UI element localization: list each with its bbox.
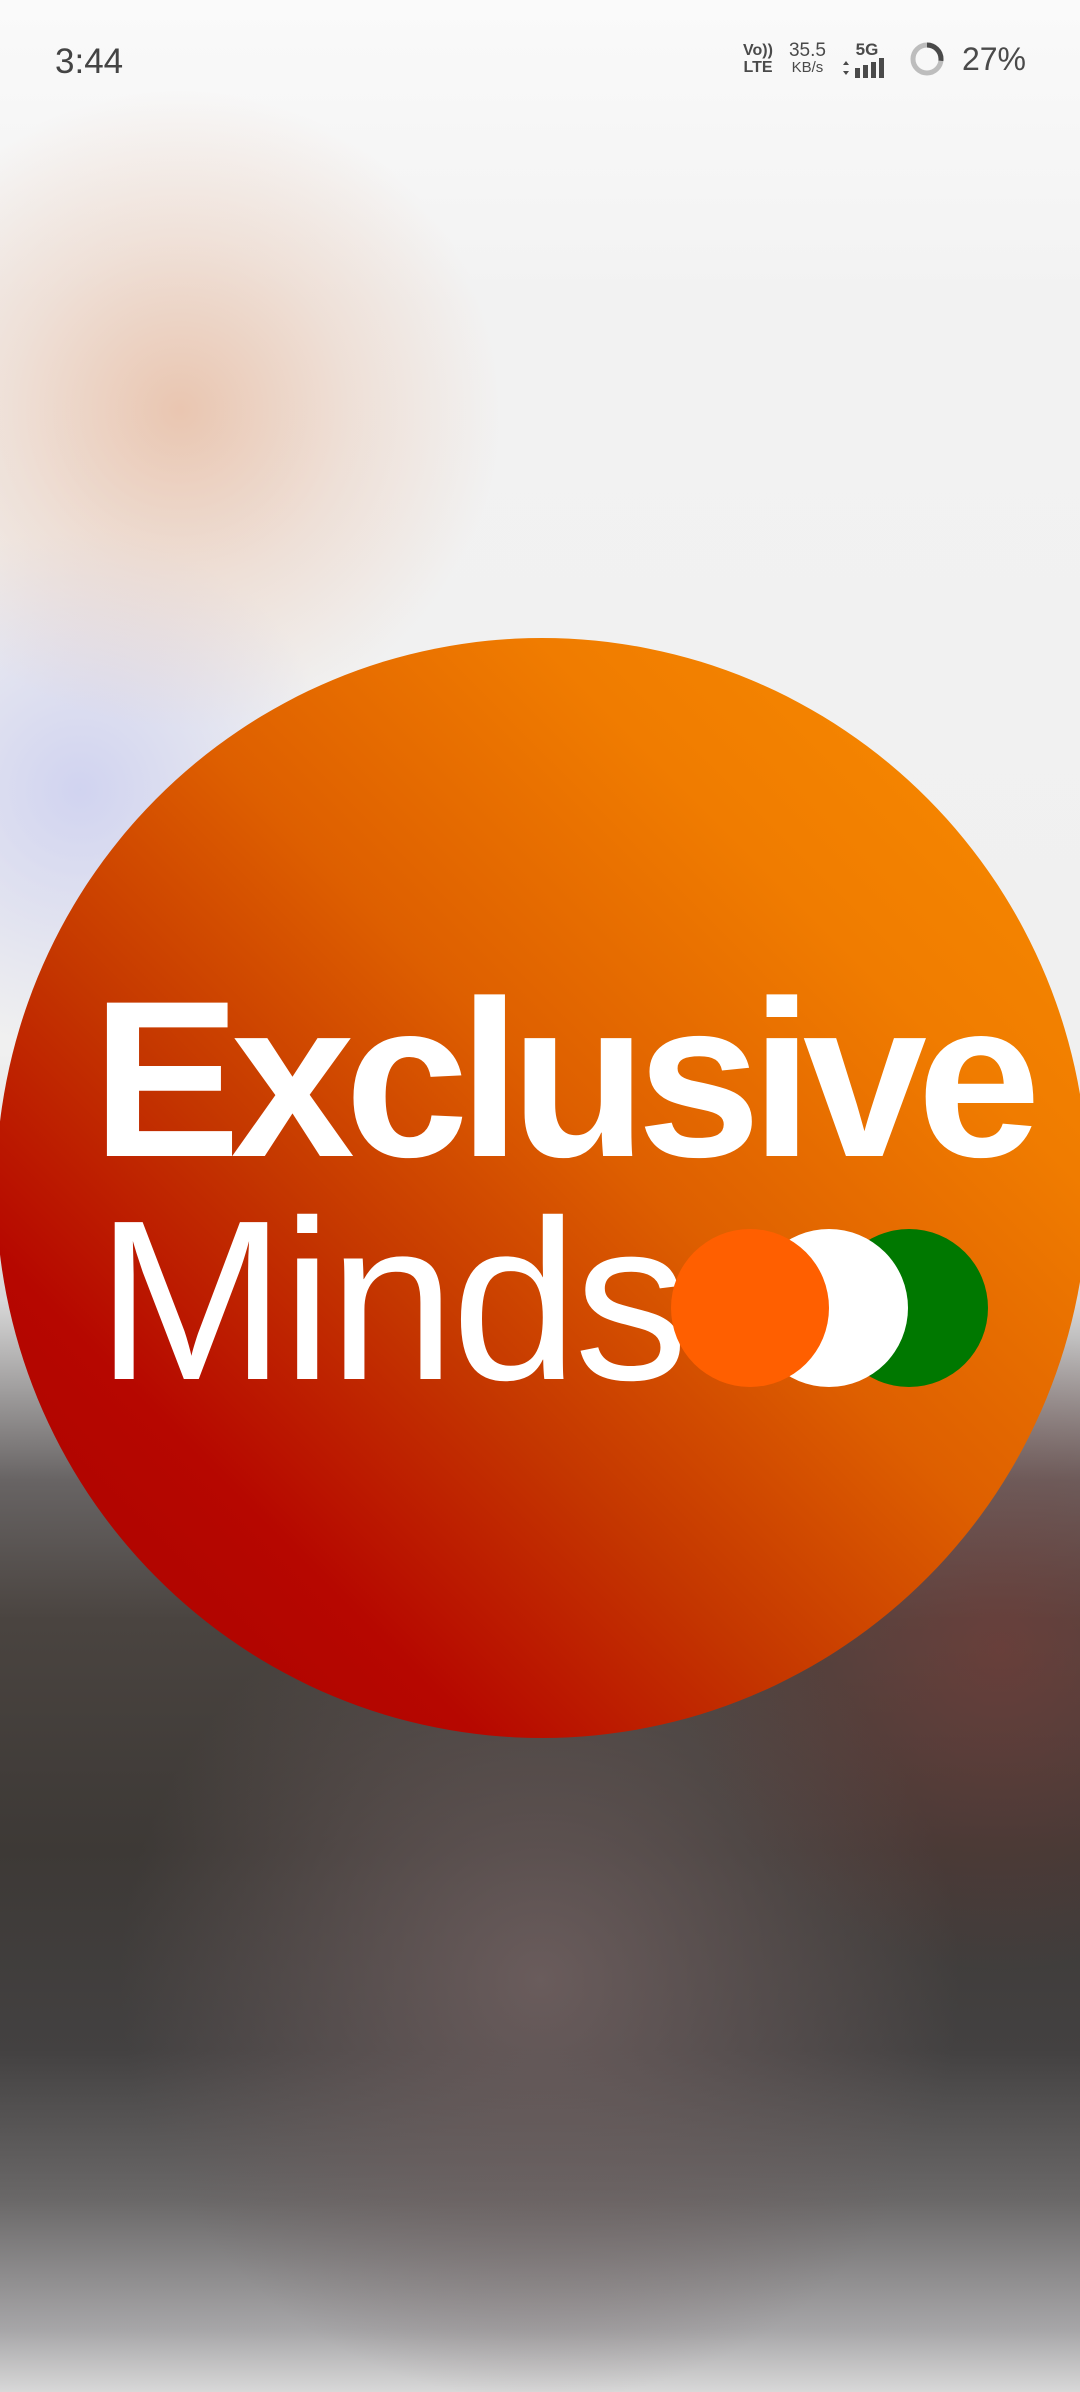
- volte-icon: Vo)) LTE: [743, 42, 773, 76]
- volte-label: Vo)): [743, 42, 773, 59]
- lte-label: LTE: [743, 59, 773, 76]
- signal-bars-icon: [842, 57, 884, 78]
- signal-icon: 5G: [842, 41, 892, 78]
- network-speed: 35.5 KB/s: [788, 40, 826, 76]
- status-time: 3:44: [55, 42, 124, 81]
- battery-percent: 27%: [961, 40, 1026, 77]
- network-speed-value: 35.5: [788, 40, 826, 61]
- battery-ring-icon: [910, 42, 944, 76]
- logo-dot-saffron: [671, 1229, 829, 1387]
- brand-exclusive: Exclusive: [92, 955, 1041, 1204]
- status-icons: Vo)) LTE 35.5 KB/s 5G 27%: [743, 40, 1026, 78]
- brand-minds: Minds: [96, 1174, 688, 1428]
- status-bar: 3:44 Vo)) LTE 35.5 KB/s 5G 27%: [0, 0, 1080, 126]
- network-type-label: 5G: [855, 39, 879, 59]
- network-speed-unit: KB/s: [791, 59, 824, 76]
